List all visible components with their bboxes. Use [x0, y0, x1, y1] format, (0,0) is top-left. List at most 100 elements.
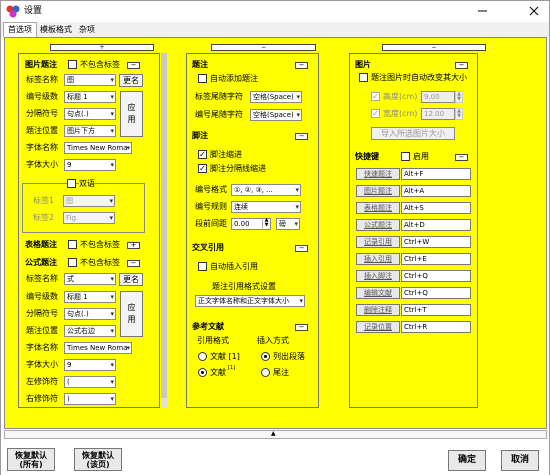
formula-caption-tag-select[interactable]: 式: [64, 273, 116, 285]
insert-method-radio-list[interactable]: [261, 352, 270, 361]
number-trailing-select[interactable]: 空格(Space): [250, 109, 302, 121]
cite-format-radio-2[interactable]: [198, 368, 207, 377]
shortcut-key-input[interactable]: Ctrl+E: [401, 253, 471, 265]
auto-size-checkbox[interactable]: [359, 73, 368, 82]
width-input[interactable]: 12.00: [421, 108, 455, 120]
caption-collapse-button[interactable]: −: [295, 62, 308, 69]
col2-collapse-header[interactable]: −: [211, 44, 316, 51]
footnote-sep-indent-checkbox[interactable]: ✓: [198, 164, 207, 173]
footnote-rule-select[interactable]: 连续: [231, 201, 301, 213]
shortcut-label[interactable]: 记录引用: [356, 236, 400, 248]
formula-caption-font-select[interactable]: Times New Roma: [64, 342, 132, 354]
ok-button[interactable]: 确定: [448, 450, 486, 471]
image-caption-collapse-button[interactable]: −: [127, 62, 140, 69]
cite-format-radio-1[interactable]: [198, 352, 207, 361]
shortcut-label[interactable]: 插入引用: [356, 253, 400, 265]
spinner-arrows-icon[interactable]: ▲ ▼: [262, 218, 270, 230]
cite-format-option-1: 文献 [1]: [210, 352, 240, 361]
formula-caption-collapse-button[interactable]: −: [127, 260, 140, 267]
formula-caption-rename-button[interactable]: 更名: [119, 273, 143, 286]
image-caption-exclude-checkbox[interactable]: [68, 60, 77, 69]
table-caption-exclude-checkbox[interactable]: [68, 240, 77, 249]
table-caption-expand-button[interactable]: +: [127, 242, 140, 249]
auto-add-caption-checkbox[interactable]: [198, 74, 207, 83]
image-caption-separator-select[interactable]: 句点(.): [64, 108, 116, 120]
shortcut-key-input[interactable]: Alt+D: [401, 219, 471, 231]
col3-collapse-header[interactable]: −: [382, 44, 486, 51]
formula-caption-left-modifier-select[interactable]: (: [64, 376, 116, 388]
height-spinner-icon[interactable]: ▲ ▼: [455, 91, 463, 103]
footnote-collapse-button[interactable]: −: [295, 133, 308, 140]
bilingual-tag2-select[interactable]: Fig.: [63, 212, 115, 224]
shortcuts-collapse-button[interactable]: −: [455, 154, 468, 161]
image-caption-font-select[interactable]: Times New Roma: [64, 142, 132, 154]
tab-preferences[interactable]: 首选项: [3, 22, 37, 37]
formula-caption-level-select[interactable]: 标题 1: [64, 291, 116, 303]
shortcut-label[interactable]: 快速题注: [356, 168, 400, 180]
formula-caption-row-label: 标签名称: [26, 274, 58, 283]
crossref-setting-select[interactable]: 正文字体名称和正文字体大小: [195, 295, 305, 307]
height-input[interactable]: 9.00: [421, 91, 455, 103]
footnote-indent-checkbox[interactable]: ✓: [198, 150, 207, 159]
image-caption-level-select[interactable]: 标题 1: [64, 91, 116, 103]
width-checkbox[interactable]: ✓: [371, 109, 380, 118]
import-size-button[interactable]: 导入所选图片大小: [371, 127, 455, 140]
image-caption-position-select[interactable]: 图片下方: [64, 125, 116, 137]
shortcut-label[interactable]: 表格题注: [356, 202, 400, 214]
shortcut-key-input[interactable]: Alt+F: [401, 168, 471, 180]
formula-caption-size-select[interactable]: 9: [64, 359, 116, 371]
formula-caption-row-label: 题注位置: [26, 326, 58, 335]
image-caption-apply-button[interactable]: 应用: [120, 91, 143, 137]
shortcut-label[interactable]: 插入脚注: [356, 270, 400, 282]
footnote-format-select[interactable]: ①, ②, ③, ...: [231, 184, 301, 196]
cancel-button[interactable]: 取消: [501, 450, 539, 471]
shortcut-key-input[interactable]: Ctrl+R: [401, 321, 471, 333]
shortcut-label[interactable]: 编辑文献: [356, 287, 400, 299]
image-collapse-button[interactable]: −: [455, 62, 468, 69]
shortcut-label[interactable]: 记录位置: [356, 321, 400, 333]
height-checkbox[interactable]: ✓: [371, 92, 380, 101]
shortcut-key-input[interactable]: Alt+A: [401, 185, 471, 197]
shortcut-label[interactable]: 图片题注: [356, 185, 400, 197]
image-caption-size-select[interactable]: 9: [64, 159, 116, 171]
insert-method-radio-endnote[interactable]: [261, 368, 270, 377]
footnote-format-label: 编号格式: [195, 185, 227, 194]
tab-template-format[interactable]: 模板格式: [36, 23, 76, 37]
width-spinner-icon[interactable]: ▲ ▼: [455, 108, 463, 120]
image-caption-tag-select[interactable]: 图: [64, 74, 116, 86]
bottom-collapse-bar[interactable]: ▲: [4, 430, 547, 439]
minimize-icon[interactable]: [469, 1, 496, 21]
restore-all-button[interactable]: 恢复默认 (所有): [7, 448, 55, 471]
cite-format-label: 引用格式: [197, 336, 229, 345]
shortcut-key-input[interactable]: Ctrl+T: [401, 304, 471, 316]
shortcut-label[interactable]: 删除注释: [356, 304, 400, 316]
crossref-collapse-button[interactable]: −: [295, 245, 308, 252]
shortcut-key-input[interactable]: Ctrl+W: [401, 236, 471, 248]
tag-trailing-select[interactable]: 空格(Space): [250, 91, 302, 103]
references-collapse-button[interactable]: −: [295, 324, 308, 331]
footnote-spacing-unit-select[interactable]: 磅: [276, 218, 300, 230]
col1-scroll-thumb[interactable]: [161, 53, 167, 398]
formula-caption-apply-button[interactable]: 应用: [120, 291, 143, 337]
shortcuts-enable-checkbox[interactable]: [401, 152, 410, 161]
image-caption-rename-button[interactable]: 更名: [119, 74, 143, 87]
bilingual-tag1-select[interactable]: 图: [63, 195, 115, 207]
restore-page-button[interactable]: 恢复默认 (该页): [74, 448, 122, 471]
image-caption-row-label: 字体名称: [26, 143, 58, 152]
shortcut-key-input[interactable]: Ctrl+Q: [401, 287, 471, 299]
footnote-title: 脚注: [192, 131, 208, 140]
formula-caption-right-modifier-select[interactable]: ): [64, 393, 116, 405]
shortcut-label[interactable]: 公式题注: [356, 219, 400, 231]
tab-misc[interactable]: 杂项: [75, 23, 99, 37]
formula-caption-exclude-checkbox[interactable]: [68, 258, 77, 267]
col1-scrollbar[interactable]: [161, 53, 167, 408]
references-title: 参考文献: [192, 322, 224, 331]
col1-expand-header[interactable]: +: [50, 44, 154, 51]
bilingual-checkbox[interactable]: [67, 179, 76, 188]
auto-insert-ref-checkbox[interactable]: [198, 262, 207, 271]
formula-caption-separator-select[interactable]: 句点(.): [64, 308, 116, 320]
shortcut-key-input[interactable]: Ctrl+Q: [401, 270, 471, 282]
close-icon[interactable]: [520, 1, 548, 21]
shortcut-key-input[interactable]: Alt+S: [401, 202, 471, 214]
formula-caption-position-select[interactable]: 公式右边: [64, 325, 116, 337]
